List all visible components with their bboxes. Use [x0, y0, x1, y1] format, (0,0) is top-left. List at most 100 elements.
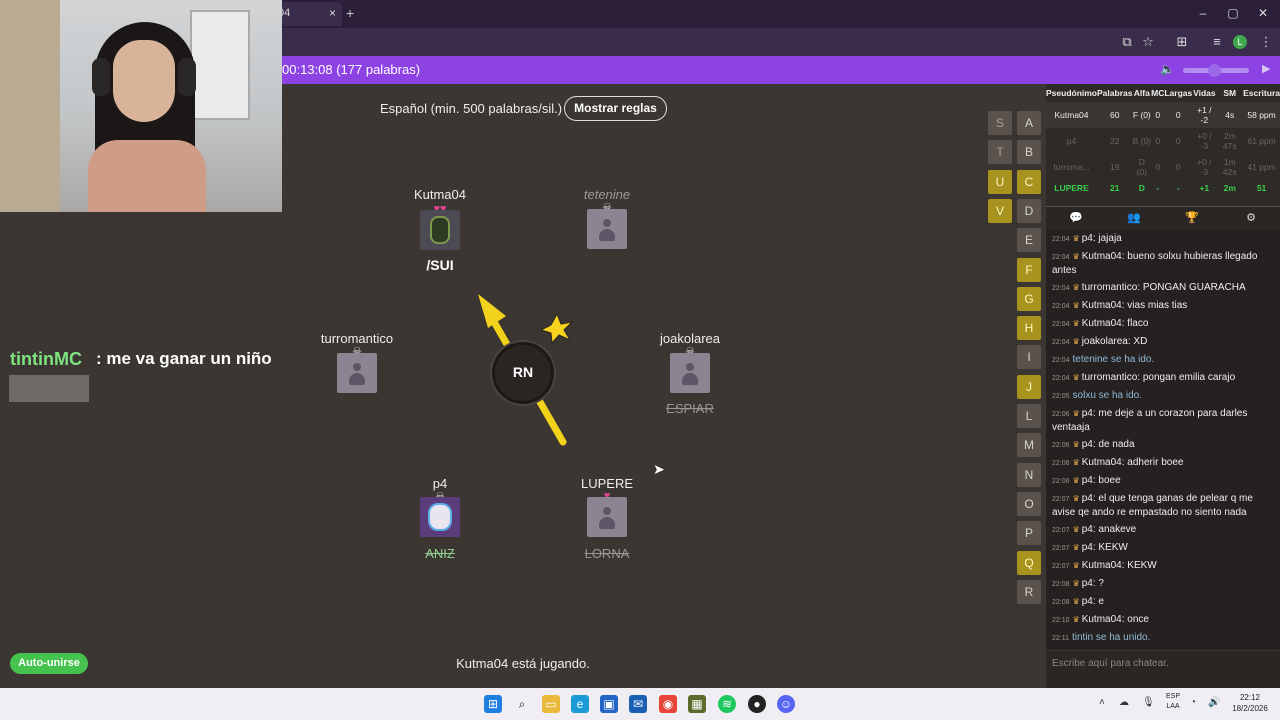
chat-text: tintin se ha unido. [1072, 632, 1151, 643]
scoreboard-cell-words: 21 [1110, 183, 1120, 193]
mic-icon[interactable]: 🎙 [1142, 697, 1155, 708]
user-badge-icon: ♛ [1072, 615, 1080, 624]
scoreboard-header[interactable]: Palabras [1097, 84, 1132, 102]
player-avatar [587, 497, 627, 537]
tray-chevron-icon[interactable]: ˄ [1099, 697, 1105, 708]
chat-user[interactable]: p4 [1082, 493, 1093, 504]
maximize-icon[interactable]: ▢ [1223, 6, 1243, 20]
chat-user[interactable]: Kutma04 [1082, 251, 1122, 262]
letter-tile: D [1017, 198, 1041, 223]
tab-close-icon[interactable]: × [329, 6, 336, 20]
user-icon [599, 507, 615, 529]
search-icon[interactable]: ⌕ [513, 695, 531, 713]
user-icon [682, 363, 698, 385]
tray-network-icon[interactable]: ☁ [1119, 697, 1129, 708]
close-window-icon[interactable]: ✕ [1253, 6, 1273, 20]
user-badge-icon: ♛ [1072, 440, 1080, 449]
chat-user[interactable]: turromantico [1082, 282, 1138, 293]
keyboard-language[interactable]: ESP LAA [1162, 692, 1184, 712]
obs-icon[interactable]: ● [748, 695, 766, 713]
chat-user[interactable]: p4 [1082, 524, 1093, 535]
chat-input[interactable]: Escribe aquí para chatear. [1046, 650, 1280, 688]
play-icon[interactable]: ▶ [1262, 62, 1270, 75]
scoreboard-header[interactable]: Largas [1164, 84, 1192, 102]
star-icon[interactable]: ☆ [1140, 34, 1156, 50]
chrome-icon[interactable]: ◉ [659, 695, 677, 713]
chat-user[interactable]: Kutma04 [1082, 614, 1122, 625]
chat-user[interactable]: Kutma04 [1082, 457, 1122, 468]
chat-user[interactable]: Kutma04 [1082, 300, 1122, 311]
scoreboard-header[interactable]: Pseudónimo [1046, 84, 1097, 102]
chat-user[interactable]: p4 [1082, 542, 1093, 553]
menu-icon[interactable]: ⋮ [1258, 34, 1274, 50]
spotify-icon[interactable]: ≋ [718, 695, 736, 713]
extensions-icon[interactable]: ⊞ [1174, 34, 1190, 50]
scoreboard-cell-name: Kutma04 [1046, 102, 1098, 128]
store-icon[interactable]: ▣ [600, 695, 618, 713]
user-badge-icon: ♛ [1072, 234, 1080, 243]
settings-icon[interactable]: ⚙ [1243, 211, 1259, 224]
scoreboard-header[interactable]: MC [1151, 84, 1164, 102]
scoreboard-cell-vidas: +0 / -3 [1197, 131, 1212, 151]
scoreboard-header[interactable]: Escritura [1243, 84, 1280, 102]
scoreboard-cell-vidas: +1 / -2 [1192, 102, 1217, 128]
scoreboard-row: LUPERE 21 D - - +1 2m 51 [1046, 180, 1280, 196]
scoreboard-header[interactable]: Alfa [1132, 84, 1151, 102]
show-rules-button[interactable]: Mostrar reglas [564, 96, 667, 121]
chat-log[interactable]: 22:04 ♛ p4: jajaja 22:04 ♛ Kutma04: bueno sol… [1046, 230, 1280, 650]
scoreboard-cell-mc: 0 [1151, 102, 1165, 128]
chat-user[interactable]: p4 [1082, 233, 1093, 244]
profile-icon[interactable]: L [1233, 35, 1247, 49]
chat-message: 22:06 ♛ p4: boee [1046, 472, 1280, 490]
player-word: ANIZ [425, 546, 455, 561]
players-icon[interactable]: 👥 [1126, 211, 1142, 224]
auto-join-button[interactable]: Auto-unirse [10, 653, 88, 674]
discord-icon[interactable]: ☺ [777, 695, 795, 713]
cast-icon[interactable]: ⧉ [1119, 34, 1135, 50]
file-explorer-icon[interactable]: ▭ [542, 695, 560, 713]
volume-knob[interactable] [1208, 64, 1221, 77]
chat-time: 22:04 [1052, 303, 1070, 310]
chat-icon[interactable]: 💬 [1068, 211, 1084, 224]
chat-time: 22:05 [1052, 393, 1070, 400]
chat-message: 22:04 ♛ turromantico: pongan emilia carajo [1046, 369, 1280, 387]
taskbar-clock[interactable]: 22:12 18/2/2026 [1228, 692, 1272, 714]
chat-message: 22:07 ♛ p4: el que tenga ganas de pelear q… [1046, 490, 1280, 521]
new-tab-icon[interactable]: + [346, 5, 354, 21]
chat-user[interactable]: p4 [1082, 439, 1093, 450]
speaker-icon[interactable]: 🔊 [1208, 697, 1220, 708]
chat-user[interactable]: p4 [1082, 578, 1093, 589]
user-badge-icon: ♛ [1072, 494, 1080, 503]
chat-user[interactable]: p4 [1082, 475, 1093, 486]
start-icon[interactable]: ⊞ [484, 695, 502, 713]
avatar-art [430, 216, 450, 244]
scoreboard-cell-name: turroma... [1053, 162, 1090, 172]
volume-icon[interactable]: 🔈 [1160, 62, 1175, 76]
chat-user[interactable]: Kutma04 [1082, 318, 1122, 329]
chat-user[interactable]: turromantico [1082, 372, 1138, 383]
media-icon[interactable]: ≡ [1209, 34, 1225, 49]
scoreboard-cell-sm: 4s [1216, 102, 1244, 128]
chat-user[interactable]: p4 [1082, 596, 1093, 607]
chat-time: 22:04 [1052, 357, 1070, 364]
outlook-icon[interactable]: ✉ [629, 695, 647, 713]
chat-user[interactable]: joakolarea [1082, 336, 1128, 347]
chat-user[interactable]: p4 [1082, 408, 1093, 419]
chat-message: 22:04 ♛ Kutma04: flaco [1046, 315, 1280, 333]
scoreboard-header[interactable]: SM [1216, 84, 1243, 102]
chat-user[interactable]: Kutma04 [1082, 560, 1122, 571]
letter-tile: I [1017, 345, 1041, 370]
letter-tile: A [1017, 111, 1041, 135]
chat-text: KEKW [1098, 542, 1128, 553]
player-avatar [420, 210, 460, 250]
wifi-icon[interactable]: ◔ [1190, 697, 1196, 708]
minimize-icon[interactable]: – [1193, 6, 1213, 20]
trophy-icon[interactable]: 🏆 [1184, 211, 1200, 224]
chat-text: tetenine se ha ido. [1072, 354, 1155, 365]
scoreboard-header[interactable]: Vidas [1192, 84, 1216, 102]
edge-icon[interactable]: e [571, 695, 589, 713]
chat-time: 22:04 [1052, 254, 1070, 261]
minecraft-icon[interactable]: ▦ [688, 695, 706, 713]
letter-tile: P [1017, 521, 1041, 546]
chat-time: 22:04 [1052, 236, 1070, 243]
